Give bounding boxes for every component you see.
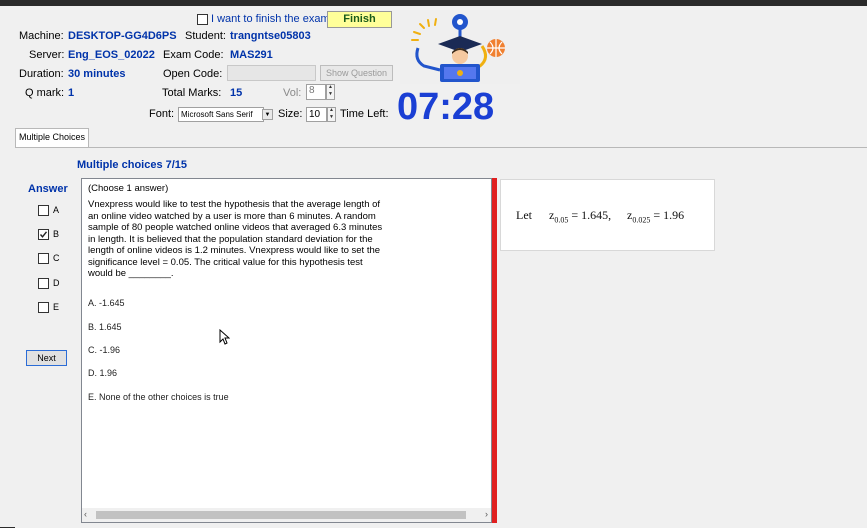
size-spin-buttons[interactable]: ▲ ▼: [327, 107, 336, 122]
answer-d-label: D: [53, 278, 60, 288]
option-b: B. 1.645: [88, 322, 122, 332]
server-value: Eng_EOS_02022: [68, 49, 155, 61]
check-icon: [39, 231, 48, 238]
machine-label: Machine:: [19, 30, 64, 42]
next-button[interactable]: Next: [26, 350, 67, 366]
answer-c-checkbox[interactable]: [38, 253, 49, 264]
show-question-button[interactable]: Show Question: [320, 65, 393, 81]
answer-e-checkbox[interactable]: [38, 302, 49, 313]
horizontal-scrollbar[interactable]: ‹ ›: [82, 508, 491, 522]
spin-down-icon[interactable]: ▼: [327, 92, 334, 99]
answer-a-checkbox[interactable]: [38, 205, 49, 216]
vol-spin-buttons[interactable]: ▲ ▼: [326, 84, 335, 100]
open-code-input[interactable]: [227, 65, 316, 81]
size-label: Size:: [278, 108, 303, 120]
answer-b-label: B: [53, 229, 60, 239]
answer-c-label: C: [53, 253, 60, 263]
vol-label: Vol:: [283, 87, 302, 99]
duration-value: 30 minutes: [68, 68, 126, 80]
student-value: trangntse05803: [230, 30, 311, 42]
exam-code-label: Exam Code:: [163, 49, 224, 61]
font-select[interactable]: Microsoft Sans Serif: [178, 107, 264, 122]
font-dropdown-icon[interactable]: ▼: [262, 109, 273, 120]
graduate-logo-icon: [400, 10, 520, 84]
question-text: Vnexpress would like to test the hypothe…: [88, 199, 383, 279]
tab-multiple-choices[interactable]: Multiple Choices: [15, 128, 89, 148]
answer-label: Answer: [28, 183, 68, 195]
spin-down-icon[interactable]: ▼: [328, 114, 335, 122]
total-marks-value: 15: [230, 87, 243, 99]
time-left-label: Time Left:: [340, 108, 389, 120]
duration-label: Duration:: [19, 68, 64, 80]
answer-e-label: E: [53, 302, 60, 312]
vol-stepper[interactable]: 8: [306, 84, 326, 100]
qmark-value: 1: [68, 87, 75, 99]
answer-d-checkbox[interactable]: [38, 278, 49, 289]
hint-z1-sub: 0.05: [554, 215, 569, 225]
hint-z2-sub: 0.025: [632, 215, 651, 225]
hint-z2-eq: = 1.96: [653, 208, 685, 222]
scroll-left-icon[interactable]: ‹: [84, 509, 87, 519]
option-e: E. None of the other choices is true: [88, 392, 229, 402]
finish-button[interactable]: Finish: [327, 11, 392, 28]
answer-b-checkbox[interactable]: [38, 229, 49, 240]
scrollbar-thumb[interactable]: [96, 511, 466, 519]
total-marks-label: Total Marks:: [162, 87, 222, 99]
exam-code-value: MAS291: [230, 49, 273, 61]
font-label: Font:: [149, 108, 175, 120]
scroll-right-icon[interactable]: ›: [485, 509, 488, 519]
hint-z2: z0.025 = 1.96: [627, 208, 685, 225]
server-label: Server:: [29, 49, 65, 61]
option-a: A. -1.645: [88, 298, 125, 308]
timer: 07:28: [397, 86, 495, 128]
student-label: Student:: [185, 30, 226, 42]
mouse-cursor-icon: [219, 329, 230, 345]
hint-let: Let: [516, 208, 532, 222]
hint-z1-eq: = 1.645,: [571, 208, 612, 222]
open-code-label: Open Code:: [163, 68, 223, 80]
finish-checkbox-label: I want to finish the exam.: [211, 13, 333, 25]
machine-value: DESKTOP-GG4D6PS: [68, 30, 177, 42]
qmark-label: Q mark:: [25, 87, 65, 99]
question-heading: Multiple choices 7/15: [77, 159, 188, 171]
answer-a-label: A: [53, 205, 60, 215]
panel-splitter[interactable]: [492, 178, 497, 523]
option-d: D. 1.96: [88, 368, 118, 378]
question-instruction: (Choose 1 answer): [88, 183, 169, 194]
hint-z1: z0.05 = 1.645,: [549, 208, 612, 225]
size-stepper[interactable]: 10: [306, 107, 327, 122]
finish-checkbox[interactable]: [197, 14, 208, 25]
option-c: C. -1.96: [88, 345, 121, 355]
hint-image: Let z0.05 = 1.645, z0.025 = 1.96: [500, 179, 715, 251]
